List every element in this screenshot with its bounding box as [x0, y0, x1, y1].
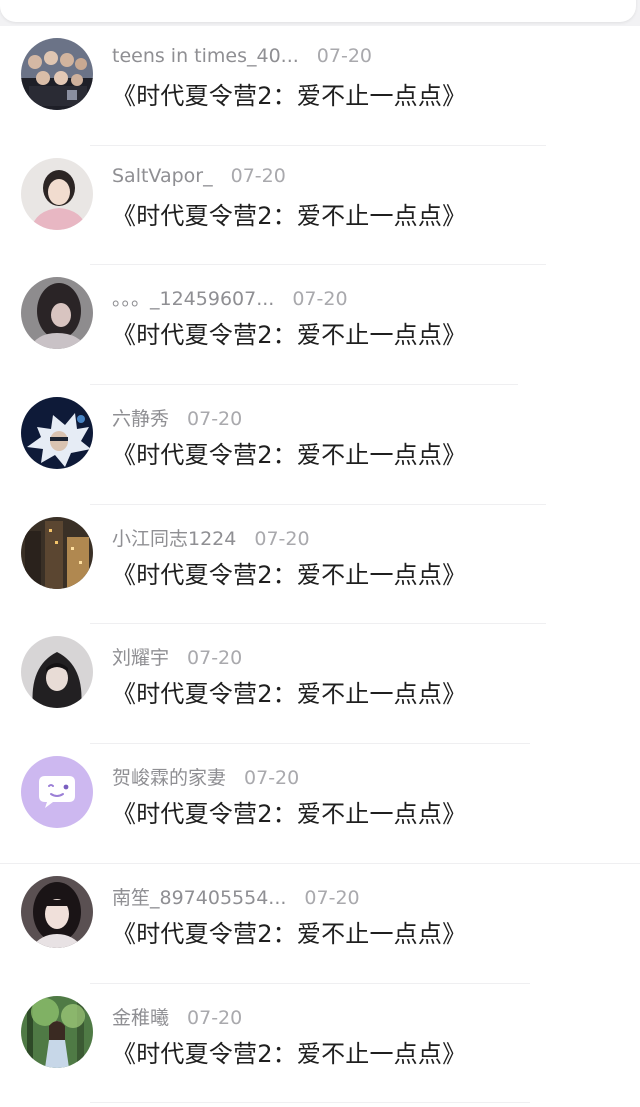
list-item[interactable]: SaltVapor_ 07-20 《时代夏令营2：爱不止一点点》 [0, 146, 640, 266]
sender-name[interactable]: 小江同志1224 [112, 528, 236, 550]
sender-name[interactable]: 。。。_12459607... [112, 288, 274, 310]
forest-girl-avatar[interactable] [21, 995, 93, 1068]
list-item[interactable]: 刘耀宇 07-20 《时代夏令营2：爱不止一点点》 [0, 624, 640, 745]
message-text: 《时代夏令营2：爱不止一点点》 [112, 680, 467, 709]
sender-name[interactable]: 六静秀 [112, 408, 169, 430]
message-meta: SaltVapor_ 07-20 [112, 165, 286, 193]
message-date: 07-20 [316, 45, 373, 67]
message-text: 《时代夏令营2：爱不止一点点》 [112, 919, 467, 948]
list-item[interactable]: 南笙_897405554... 07-20 《时代夏令营2：爱不止一点点》 [0, 864, 640, 984]
message-text: 《时代夏令营2：爱不止一点点》 [112, 321, 467, 350]
message-text: 《时代夏令营2：爱不止一点点》 [112, 800, 467, 829]
message-text: 《时代夏令营2：爱不止一点点》 [112, 560, 467, 589]
message-meta: 小江同志1224 07-20 [112, 524, 310, 552]
list-item[interactable]: 小江同志1224 07-20 《时代夏令营2：爱不止一点点》 [0, 505, 640, 625]
default-chat-bubble-avatar[interactable] [21, 756, 93, 829]
person-pink-avatar[interactable] [21, 157, 93, 230]
message-date: 07-20 [292, 288, 348, 311]
sender-name[interactable]: teens in times_40... [112, 45, 299, 67]
search-bar-container[interactable] [0, 0, 636, 22]
message-date: 07-20 [187, 408, 243, 431]
message-meta: 贺峻霖的家妻 07-20 [112, 763, 299, 791]
person-dark-hair-avatar[interactable] [21, 277, 93, 350]
message-date: 07-20 [187, 1006, 243, 1029]
message-meta: 南笙_897405554... 07-20 [112, 883, 360, 911]
message-meta: 六静秀 07-20 [112, 404, 242, 432]
city-avatar[interactable] [21, 516, 93, 589]
sender-name[interactable]: 南笙_897405554... [112, 887, 286, 909]
list-item[interactable]: 金稚曦 07-20 《时代夏令营2：爱不止一点点》 [0, 984, 640, 1104]
sender-name[interactable]: 金稚曦 [112, 1007, 169, 1029]
list-item[interactable]: 贺峻霖的家妻 07-20 《时代夏令营2：爱不止一点点》 [0, 744, 640, 864]
message-meta: 刘耀宇 07-20 [112, 643, 242, 671]
sender-name[interactable]: SaltVapor_ [112, 165, 213, 187]
message-date: 07-20 [187, 647, 243, 670]
sender-name[interactable]: 刘耀宇 [112, 647, 169, 669]
message-meta: 。。。_12459607... 07-20 [112, 284, 348, 312]
group-photo-avatar[interactable] [21, 38, 93, 110]
hooded-person-avatar[interactable] [21, 636, 93, 709]
sender-name[interactable]: 贺峻霖的家妻 [112, 767, 226, 789]
message-meta: 金稚曦 07-20 [112, 1003, 242, 1031]
message-date: 07-20 [230, 164, 286, 187]
message-date: 07-20 [304, 886, 360, 909]
divider [90, 1102, 530, 1104]
top-bar [0, 0, 640, 26]
message-list: teens in times_40... 07-20 《时代夏令营2：爱不止一点点… [0, 26, 640, 1104]
list-item[interactable]: teens in times_40... 07-20 《时代夏令营2：爱不止一点点… [0, 26, 640, 146]
girl-portrait-avatar[interactable] [21, 875, 93, 948]
list-item[interactable]: 。。。_12459607... 07-20 《时代夏令营2：爱不止一点点》 [0, 265, 640, 386]
list-item[interactable]: 六静秀 07-20 《时代夏令营2：爱不止一点点》 [0, 385, 640, 505]
message-date: 07-20 [244, 767, 300, 790]
message-text: 《时代夏令营2：爱不止一点点》 [112, 201, 467, 230]
message-meta: teens in times_40... 07-20 [112, 45, 372, 73]
message-text: 《时代夏令营2：爱不止一点点》 [112, 1039, 467, 1068]
message-text: 《时代夏令营2：爱不止一点点》 [112, 441, 467, 470]
anime-avatar[interactable] [21, 397, 93, 470]
message-text: 《时代夏令营2：爱不止一点点》 [112, 82, 467, 110]
message-date: 07-20 [254, 527, 310, 550]
